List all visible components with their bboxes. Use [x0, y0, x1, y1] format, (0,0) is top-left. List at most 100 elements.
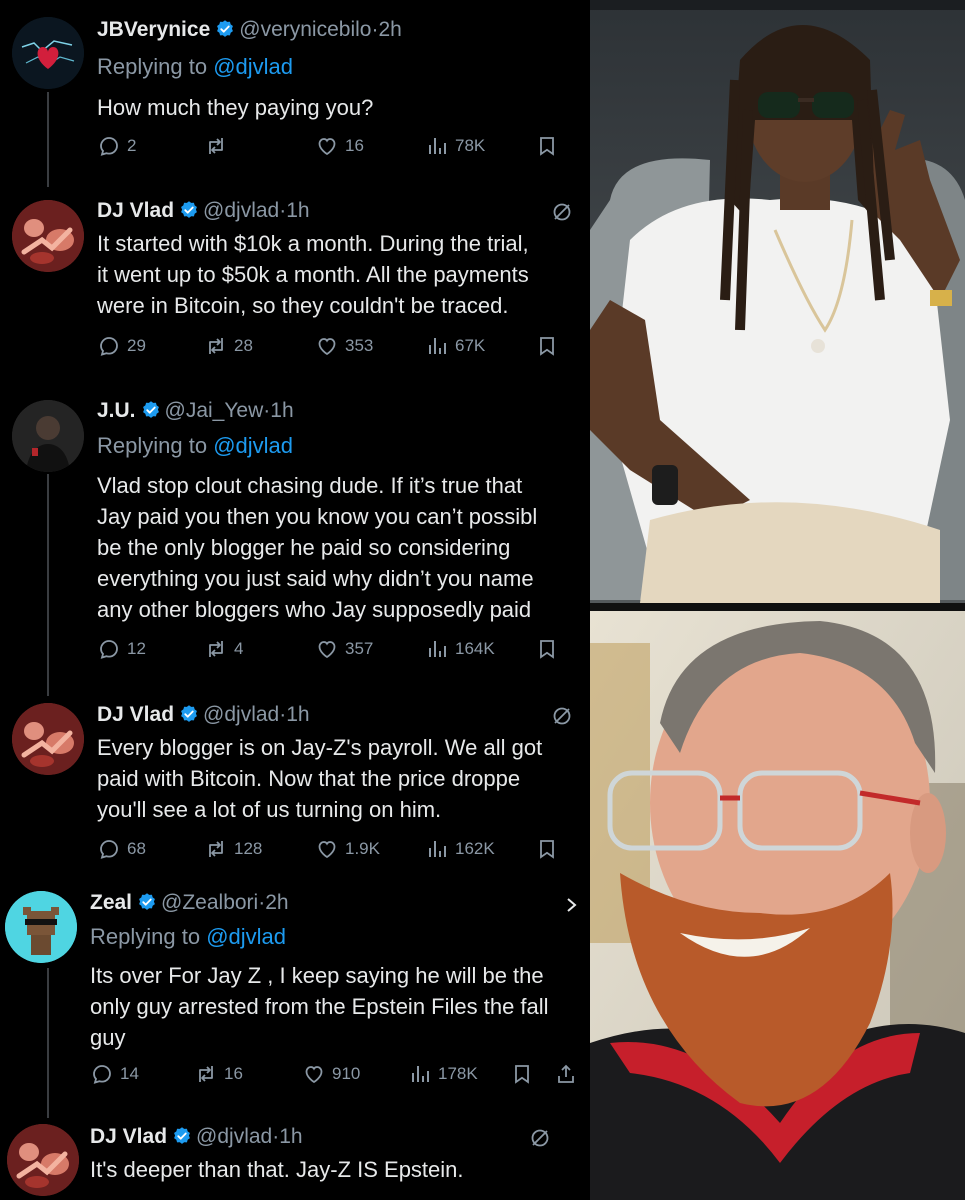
timestamp[interactable]: 1h: [279, 1125, 302, 1148]
timestamp[interactable]: 1h: [286, 199, 309, 222]
replying-to: Replying to @djvlad: [90, 924, 286, 950]
replying-to: Replying to @djvlad: [97, 54, 293, 80]
repost-button[interactable]: [204, 134, 234, 158]
reply-mention-link[interactable]: @djvlad: [213, 54, 293, 79]
tweet-djvlad[interactable]: DJ Vlad @djvlad·1h It's deeper than that.…: [0, 1112, 590, 1200]
replying-to: Replying to @djvlad: [97, 433, 293, 459]
bookmark-button[interactable]: [535, 637, 559, 661]
grok-icon[interactable]: [550, 200, 574, 224]
tweet-actions: 68 128 1.9K 162K: [97, 837, 567, 867]
like-count: 16: [345, 136, 364, 155]
author-name[interactable]: J.U.: [97, 399, 136, 422]
bookmark-icon: [540, 137, 554, 156]
views-icon: [429, 138, 446, 154]
tweet-text-line: any other bloggers who Jay supposedly pa…: [97, 597, 532, 622]
timestamp[interactable]: 1h: [270, 399, 293, 422]
author-name[interactable]: DJ Vlad: [90, 1125, 167, 1148]
views-button[interactable]: 78K: [425, 134, 485, 158]
timestamp[interactable]: 1h: [286, 703, 309, 726]
reply-prefix: Replying to: [97, 54, 208, 79]
like-count: 357: [345, 639, 374, 658]
views-count: 164K: [455, 639, 495, 658]
reply-button[interactable]: 68: [97, 837, 146, 861]
like-button[interactable]: 1.9K: [315, 837, 380, 861]
timestamp[interactable]: 2h: [265, 891, 288, 914]
reply-icon: [100, 337, 118, 356]
repost-count: 4: [234, 639, 244, 658]
author-name[interactable]: DJ Vlad: [97, 703, 174, 726]
author-handle[interactable]: @Zealbori: [161, 891, 258, 914]
tweet-text: How much they paying you?: [97, 92, 373, 123]
verified-badge-icon: [181, 201, 197, 218]
views-icon: [429, 338, 446, 354]
reply-button[interactable]: 2: [97, 134, 136, 158]
like-icon: [318, 841, 336, 859]
bookmark-button[interactable]: [535, 837, 559, 861]
bookmark-button[interactable]: [535, 134, 559, 158]
like-button[interactable]: 357: [315, 637, 373, 661]
tweet-text: It's deeper than that. Jay-Z IS Epstein.: [90, 1154, 464, 1185]
reply-count: 12: [127, 639, 146, 658]
author-handle[interactable]: @Jai_Yew: [165, 399, 264, 422]
reply-button[interactable]: 29: [97, 334, 146, 358]
views-count: 162K: [455, 839, 495, 858]
author-handle[interactable]: @djvlad: [196, 1125, 272, 1148]
repost-icon: [199, 1066, 213, 1082]
tweet-djvlad[interactable]: DJ Vlad @djvlad·1h Every blogger is on Ja…: [0, 698, 590, 878]
views-button[interactable]: 164K: [425, 637, 495, 661]
repost-count: 16: [224, 1064, 243, 1083]
repost-button[interactable]: 128: [204, 837, 262, 861]
author-handle[interactable]: @djvlad: [203, 199, 279, 222]
share-button[interactable]: [554, 1062, 578, 1086]
author-handle[interactable]: @verynicebilo: [239, 18, 371, 41]
author-name[interactable]: JBVerynice: [97, 18, 210, 41]
tweet-jbverynice[interactable]: JBVerynice @verynicebilo·2h Replying to @…: [0, 0, 590, 185]
repost-button[interactable]: 28: [204, 334, 253, 358]
views-button[interactable]: 178K: [408, 1062, 478, 1086]
bookmark-button[interactable]: [535, 334, 559, 358]
tweet-actions: 12 4 357 164K: [97, 637, 567, 667]
tweet-text-line: Jay paid you then you know you can’t pos…: [97, 504, 538, 529]
like-button[interactable]: 353: [315, 334, 373, 358]
verified-badge-icon: [139, 893, 155, 910]
tweet-text-line: It started with $10k a month. During the…: [97, 231, 529, 256]
tweet-text-line: guy: [90, 1025, 126, 1050]
repost-icon: [209, 338, 223, 354]
reply-mention-link[interactable]: @djvlad: [213, 433, 293, 458]
reply-button[interactable]: 12: [97, 637, 146, 661]
avatar-jbverynice[interactable]: [12, 17, 84, 89]
author-name[interactable]: Zeal: [90, 891, 132, 914]
repost-button[interactable]: 4: [204, 637, 243, 661]
tweet-text: Every blogger is on Jay-Z's payroll. We …: [97, 732, 542, 825]
reply-mention-link[interactable]: @djvlad: [206, 924, 286, 949]
like-icon: [318, 338, 336, 356]
avatar-zeal[interactable]: [5, 891, 77, 963]
bookmark-icon: [540, 337, 554, 356]
tweet-djvlad[interactable]: DJ Vlad @djvlad·1h It started with $10k a…: [0, 190, 590, 380]
avatar-ju[interactable]: [12, 400, 84, 472]
grok-icon[interactable]: [550, 704, 574, 728]
tweet-zeal[interactable]: Zeal @Zealbori·2h Replying to @djvlad Its…: [0, 885, 590, 1110]
reply-icon: [100, 640, 118, 659]
author-handle[interactable]: @djvlad: [203, 703, 279, 726]
author-name[interactable]: DJ Vlad: [97, 199, 174, 222]
grok-icon[interactable]: [528, 1126, 552, 1150]
like-button[interactable]: 910: [302, 1062, 360, 1086]
tweet-text: Vlad stop clout chasing dude. If it’s tr…: [97, 470, 537, 625]
timestamp[interactable]: 2h: [378, 18, 401, 41]
avatar-djvlad[interactable]: [12, 200, 84, 272]
tweet-ju[interactable]: J.U. @Jai_Yew·1h Replying to @djvlad Vlad…: [0, 395, 590, 695]
avatar-djvlad[interactable]: [12, 703, 84, 775]
like-icon: [318, 138, 336, 156]
avatar-djvlad[interactable]: [7, 1124, 79, 1196]
bookmark-button[interactable]: [510, 1062, 534, 1086]
tweet-text-line: you'll see a lot of us turning on him.: [97, 797, 442, 822]
reply-prefix: Replying to: [97, 433, 208, 458]
views-button[interactable]: 162K: [425, 837, 495, 861]
repost-button[interactable]: 16: [194, 1062, 243, 1086]
more-icon[interactable]: [560, 893, 584, 917]
views-button[interactable]: 67K: [425, 334, 485, 358]
views-count: 178K: [438, 1064, 478, 1083]
like-button[interactable]: 16: [315, 134, 364, 158]
reply-button[interactable]: 14: [90, 1062, 139, 1086]
